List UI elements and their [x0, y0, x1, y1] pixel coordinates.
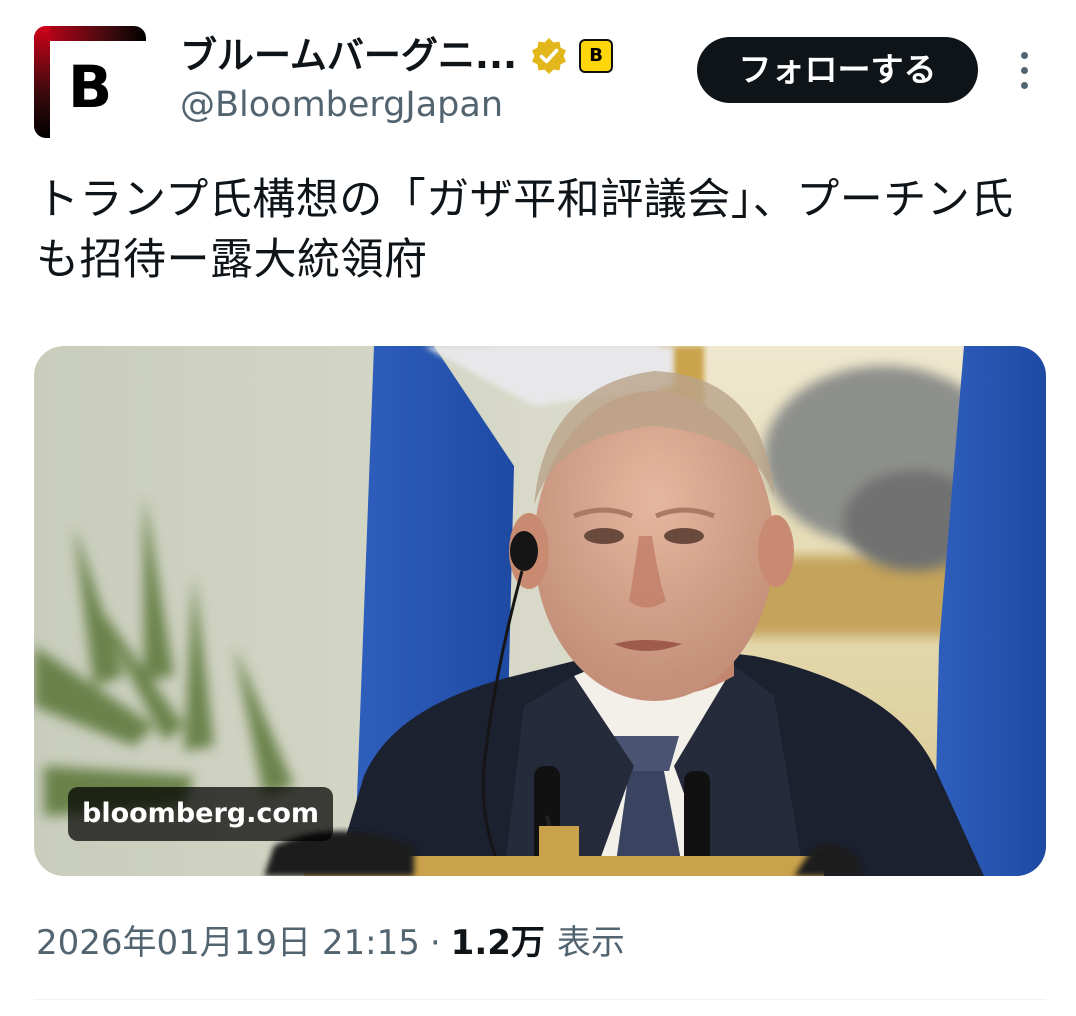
more-dot: [1020, 51, 1028, 59]
meta-separator: ·: [429, 923, 441, 963]
tweet-text: トランプ氏構想の「ガザ平和評議会」、プーチン氏も招待ー露大統領府: [36, 175, 1014, 285]
views-label: 表示: [556, 923, 625, 963]
verified-badge-icon[interactable]: [529, 36, 569, 76]
display-name-row: ブルームバーグニ... B: [180, 30, 614, 82]
avatar[interactable]: B: [34, 26, 146, 138]
views-count[interactable]: 1.2万: [451, 916, 545, 970]
link-preview-card[interactable]: bloomberg.com: [34, 346, 1046, 876]
more-dot: [1020, 66, 1028, 74]
tweet-header: B ブルームバーグニ... B @BloombergJapan フォローする: [0, 0, 1076, 150]
divider: [34, 999, 1046, 1000]
more-options-icon[interactable]: [1004, 46, 1044, 94]
account-handle[interactable]: @BloombergJapan: [180, 82, 503, 128]
more-dot: [1020, 81, 1028, 89]
follow-button[interactable]: フォローする: [697, 37, 978, 103]
display-name[interactable]: ブルームバーグニ...: [180, 32, 517, 80]
avatar-letter: B: [68, 53, 113, 121]
affiliate-badge-icon[interactable]: B: [579, 39, 614, 73]
link-domain-label: bloomberg.com: [68, 787, 334, 841]
tweet-timestamp[interactable]: 2026年01月19日 21:15: [36, 916, 420, 970]
tweet-meta: 2026年01月19日 21:15 · 1.2万 表示: [36, 916, 625, 970]
